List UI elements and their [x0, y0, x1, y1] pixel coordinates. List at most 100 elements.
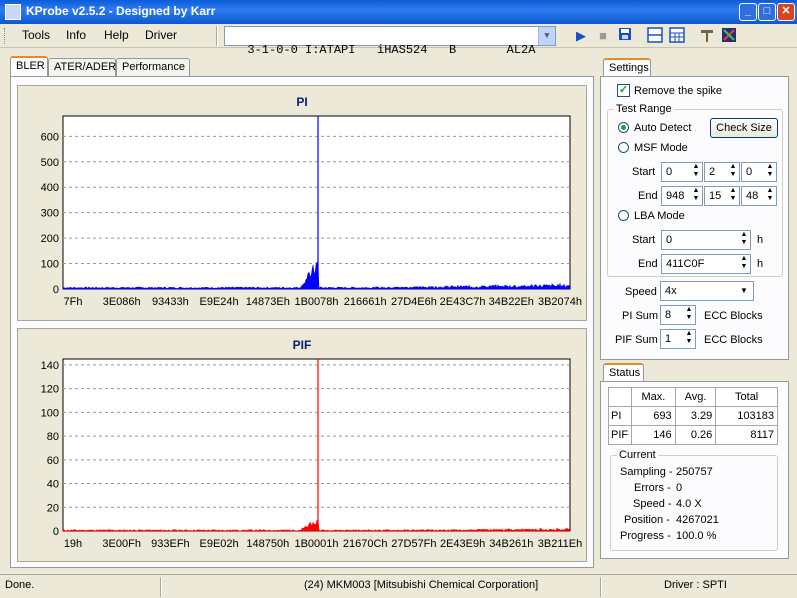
- stats-header-row: Max. Avg. Total: [607, 387, 778, 407]
- tab-status[interactable]: Status: [603, 363, 644, 383]
- tab-performance[interactable]: Performance: [116, 58, 190, 76]
- speed-label: Speed: [625, 286, 657, 298]
- disc-info: (24) MKM003 [Mitsubishi Chemical Corpora…: [304, 579, 539, 591]
- speed-select[interactable]: 4x ▼: [660, 281, 754, 301]
- msf-mode-label: MSF Mode: [634, 142, 688, 154]
- settings-tools-icon[interactable]: [698, 27, 716, 45]
- progress-value: 100.0 %: [676, 530, 717, 542]
- y-tick-label: 140: [41, 360, 59, 372]
- auto-detect-label: Auto Detect: [634, 122, 692, 134]
- pi-sum-input[interactable]: 8 ▲ ▼: [660, 305, 696, 325]
- lba-end-input[interactable]: 411C0F ▲ ▼: [661, 254, 751, 274]
- stats-header-max: Max.: [631, 387, 676, 407]
- maximize-button[interactable]: □: [758, 3, 776, 21]
- x-tick-label: 3E086h: [103, 296, 141, 308]
- y-tick-label: 40: [47, 479, 59, 491]
- row-label: PI: [607, 406, 633, 426]
- chevron-down-icon[interactable]: ▼: [538, 27, 555, 45]
- spinner-icon[interactable]: ▲ ▼: [764, 163, 776, 181]
- spinner-icon[interactable]: ▲ ▼: [690, 187, 702, 205]
- spinner-icon[interactable]: ▲ ▼: [727, 187, 739, 205]
- tab-bler[interactable]: BLER: [10, 56, 48, 76]
- spinner-icon[interactable]: ▲ ▼: [764, 187, 776, 205]
- spinner-icon[interactable]: ▲ ▼: [683, 306, 695, 324]
- x-tick-label: E9E24h: [200, 296, 239, 308]
- msf-end-frame[interactable]: 48 ▲ ▼: [741, 186, 777, 206]
- tab-settings[interactable]: Settings: [603, 58, 651, 78]
- driver-info: Driver : SPTI: [664, 579, 727, 591]
- grid-view-icon[interactable]: [668, 27, 686, 45]
- speed-value: 4x: [665, 285, 677, 297]
- msf-end-label: End: [638, 190, 658, 202]
- spinner-icon[interactable]: ▲ ▼: [727, 163, 739, 181]
- stop-icon[interactable]: ■: [594, 27, 612, 45]
- y-tick-label: 0: [53, 284, 59, 296]
- y-tick-label: 300: [41, 208, 59, 220]
- msf-end-sec[interactable]: 15 ▲ ▼: [704, 186, 740, 206]
- speed-status-value: 4.0 X: [676, 498, 702, 510]
- speed-status-label: Speed -: [633, 498, 672, 510]
- y-tick-label: 20: [47, 502, 59, 514]
- menu-driver[interactable]: Driver: [145, 28, 177, 42]
- spinner-icon[interactable]: ▲ ▼: [683, 330, 695, 348]
- spinner-icon[interactable]: ▲ ▼: [738, 231, 750, 249]
- pif-total: 8117: [715, 425, 778, 445]
- x-tick-label: 1B0001h: [294, 538, 338, 550]
- tab-ater-ader[interactable]: ATER/ADER: [48, 58, 116, 76]
- x-tick-label: 2E43E9h: [440, 538, 485, 550]
- errors-value: 0: [676, 482, 683, 494]
- menu-help[interactable]: Help: [104, 28, 129, 42]
- x-tick-label: 7Fh: [64, 296, 83, 308]
- spinner-icon[interactable]: ▲ ▼: [690, 163, 702, 181]
- title-bar: KProbe v2.5.2 - Designed by Karr _ □ ✕: [0, 0, 797, 24]
- menu-tools[interactable]: Tools: [22, 28, 50, 42]
- lba-start-label: Start: [632, 234, 656, 246]
- x-tick-label: 3E00Fh: [102, 538, 141, 550]
- x-tick-label: 34B22Eh: [489, 296, 534, 308]
- remove-spike-label: Remove the spike: [634, 85, 723, 97]
- pi-chart: PI 600 500 400 300 200 100 0 7Fh 3E086h 93433h E9E…: [17, 85, 587, 321]
- play-icon[interactable]: ▶: [572, 27, 590, 45]
- position-value: 4267021: [676, 514, 719, 526]
- msf-start-frame-value: 0: [746, 166, 753, 178]
- pif-chart: PIF 140 120 100 80 60 40 20 0 19h 3E00Fh 933EFh E9E…: [17, 328, 587, 562]
- auto-detect-radio[interactable]: [618, 122, 629, 133]
- pi-avg: 3.29: [674, 406, 717, 426]
- lba-end-value: 411C0F: [666, 258, 705, 270]
- bler-pane: PI 600 500 400 300 200 100 0 7Fh 3E086h 93433h E9E…: [10, 76, 594, 568]
- lba-mode-radio[interactable]: [618, 210, 629, 221]
- lba-start-input[interactable]: 0 ▲ ▼: [661, 230, 751, 250]
- remove-spike-checkbox[interactable]: ✓: [617, 84, 630, 97]
- msf-end-frame-value: 48: [746, 190, 759, 202]
- x-tick-label: 27D57Fh: [391, 538, 436, 550]
- msf-start-sec[interactable]: 2 ▲ ▼: [704, 162, 740, 182]
- x-tick-label: 2E43C7h: [440, 296, 486, 308]
- position-label: Position -: [624, 514, 670, 526]
- close-button[interactable]: ✕: [777, 3, 795, 21]
- pif-ecc-label: ECC Blocks: [704, 334, 763, 346]
- pi-sum-label: PI Sum: [622, 310, 659, 322]
- errors-label: Errors -: [634, 482, 671, 494]
- drive-select[interactable]: 3-1-0-0 I:ATAPI iHAS524 B AL2A ▼: [224, 26, 556, 57]
- msf-start-min[interactable]: 0 ▲ ▼: [661, 162, 703, 182]
- status-separator: [160, 577, 162, 597]
- lba-start-hex-label: h: [757, 234, 764, 246]
- check-size-button[interactable]: Check Size: [710, 118, 778, 138]
- eject-icon[interactable]: [720, 27, 738, 45]
- x-tick-label: 14873Eh: [246, 296, 290, 308]
- chevron-down-icon[interactable]: ▼: [736, 283, 752, 299]
- save-icon[interactable]: [616, 27, 634, 45]
- pif-sum-input[interactable]: 1 ▲ ▼: [660, 329, 696, 349]
- minimize-button[interactable]: _: [739, 3, 757, 21]
- y-tick-label: 200: [41, 233, 59, 245]
- menu-info[interactable]: Info: [66, 28, 86, 42]
- msf-end-min[interactable]: 948 ▲ ▼: [661, 186, 703, 206]
- split-view-icon[interactable]: [646, 27, 664, 45]
- y-tick-label: 0: [53, 526, 59, 538]
- msf-mode-radio[interactable]: [618, 142, 629, 153]
- lba-end-label: End: [638, 258, 658, 270]
- sampling-value: 250757: [676, 466, 713, 478]
- y-tick-label: 100: [41, 259, 59, 271]
- msf-start-frame[interactable]: 0 ▲ ▼: [741, 162, 777, 182]
- spinner-icon[interactable]: ▲ ▼: [738, 255, 750, 273]
